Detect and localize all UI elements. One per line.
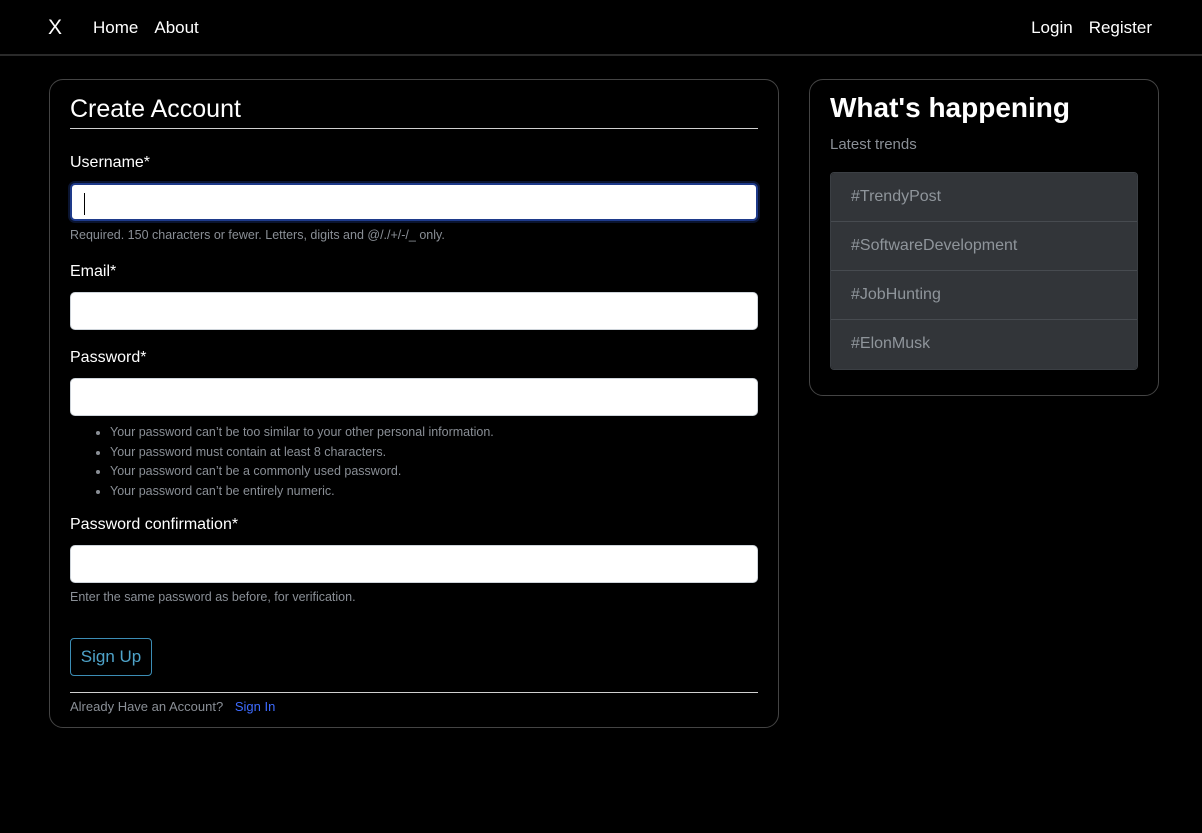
signin-prompt-text: Already Have an Account?: [70, 699, 224, 714]
username-input[interactable]: [70, 183, 758, 221]
sign-up-button[interactable]: Sign Up: [70, 638, 152, 676]
password-input[interactable]: [70, 378, 758, 416]
nav-login-link[interactable]: Login: [1031, 18, 1073, 38]
email-input[interactable]: [70, 292, 758, 330]
create-account-card: Create Account Username* Required. 150 c…: [49, 79, 779, 728]
nav-register-link[interactable]: Register: [1089, 18, 1152, 38]
trend-item[interactable]: #TrendyPost: [831, 173, 1137, 222]
trend-item[interactable]: #JobHunting: [831, 271, 1137, 320]
sidebar-title: What's happening: [830, 92, 1070, 123]
email-label: Email*: [70, 263, 117, 280]
password-rule: Your password can’t be entirely numeric.: [110, 482, 494, 502]
password-confirmation-input[interactable]: [70, 545, 758, 583]
signin-prompt: Already Have an Account? Sign In: [70, 699, 275, 714]
nav-left-links: Home About: [93, 18, 199, 38]
text-caret: [84, 193, 85, 215]
username-help-text: Required. 150 characters or fewer. Lette…: [70, 228, 445, 242]
trend-item[interactable]: #ElonMusk: [831, 320, 1137, 369]
sidebar-subtitle: Latest trends: [830, 136, 917, 153]
navbar: X Home About Login Register: [0, 0, 1202, 56]
password-confirmation-help-text: Enter the same password as before, for v…: [70, 590, 356, 604]
form-title: Create Account: [70, 95, 758, 129]
username-label: Username*: [70, 154, 151, 171]
trend-list: #TrendyPost #SoftwareDevelopment #JobHun…: [830, 172, 1138, 370]
nav-home-link[interactable]: Home: [93, 18, 138, 38]
trend-item[interactable]: #SoftwareDevelopment: [831, 222, 1137, 271]
password-rule: Your password can’t be too similar to yo…: [110, 423, 494, 443]
password-label: Password*: [70, 349, 147, 366]
password-rule: Your password can’t be a commonly used p…: [110, 462, 494, 482]
sign-in-link[interactable]: Sign In: [235, 699, 275, 714]
footer-divider: [70, 692, 758, 693]
password-rule: Your password must contain at least 8 ch…: [110, 443, 494, 463]
nav-about-link[interactable]: About: [154, 18, 198, 38]
password-confirmation-label: Password confirmation*: [70, 516, 239, 533]
brand-logo[interactable]: X: [48, 16, 62, 40]
password-rules-list: Your password can’t be too similar to yo…: [110, 423, 494, 501]
nav-right-links: Login Register: [1031, 18, 1152, 38]
whats-happening-card: What's happening Latest trends #TrendyPo…: [809, 79, 1159, 396]
